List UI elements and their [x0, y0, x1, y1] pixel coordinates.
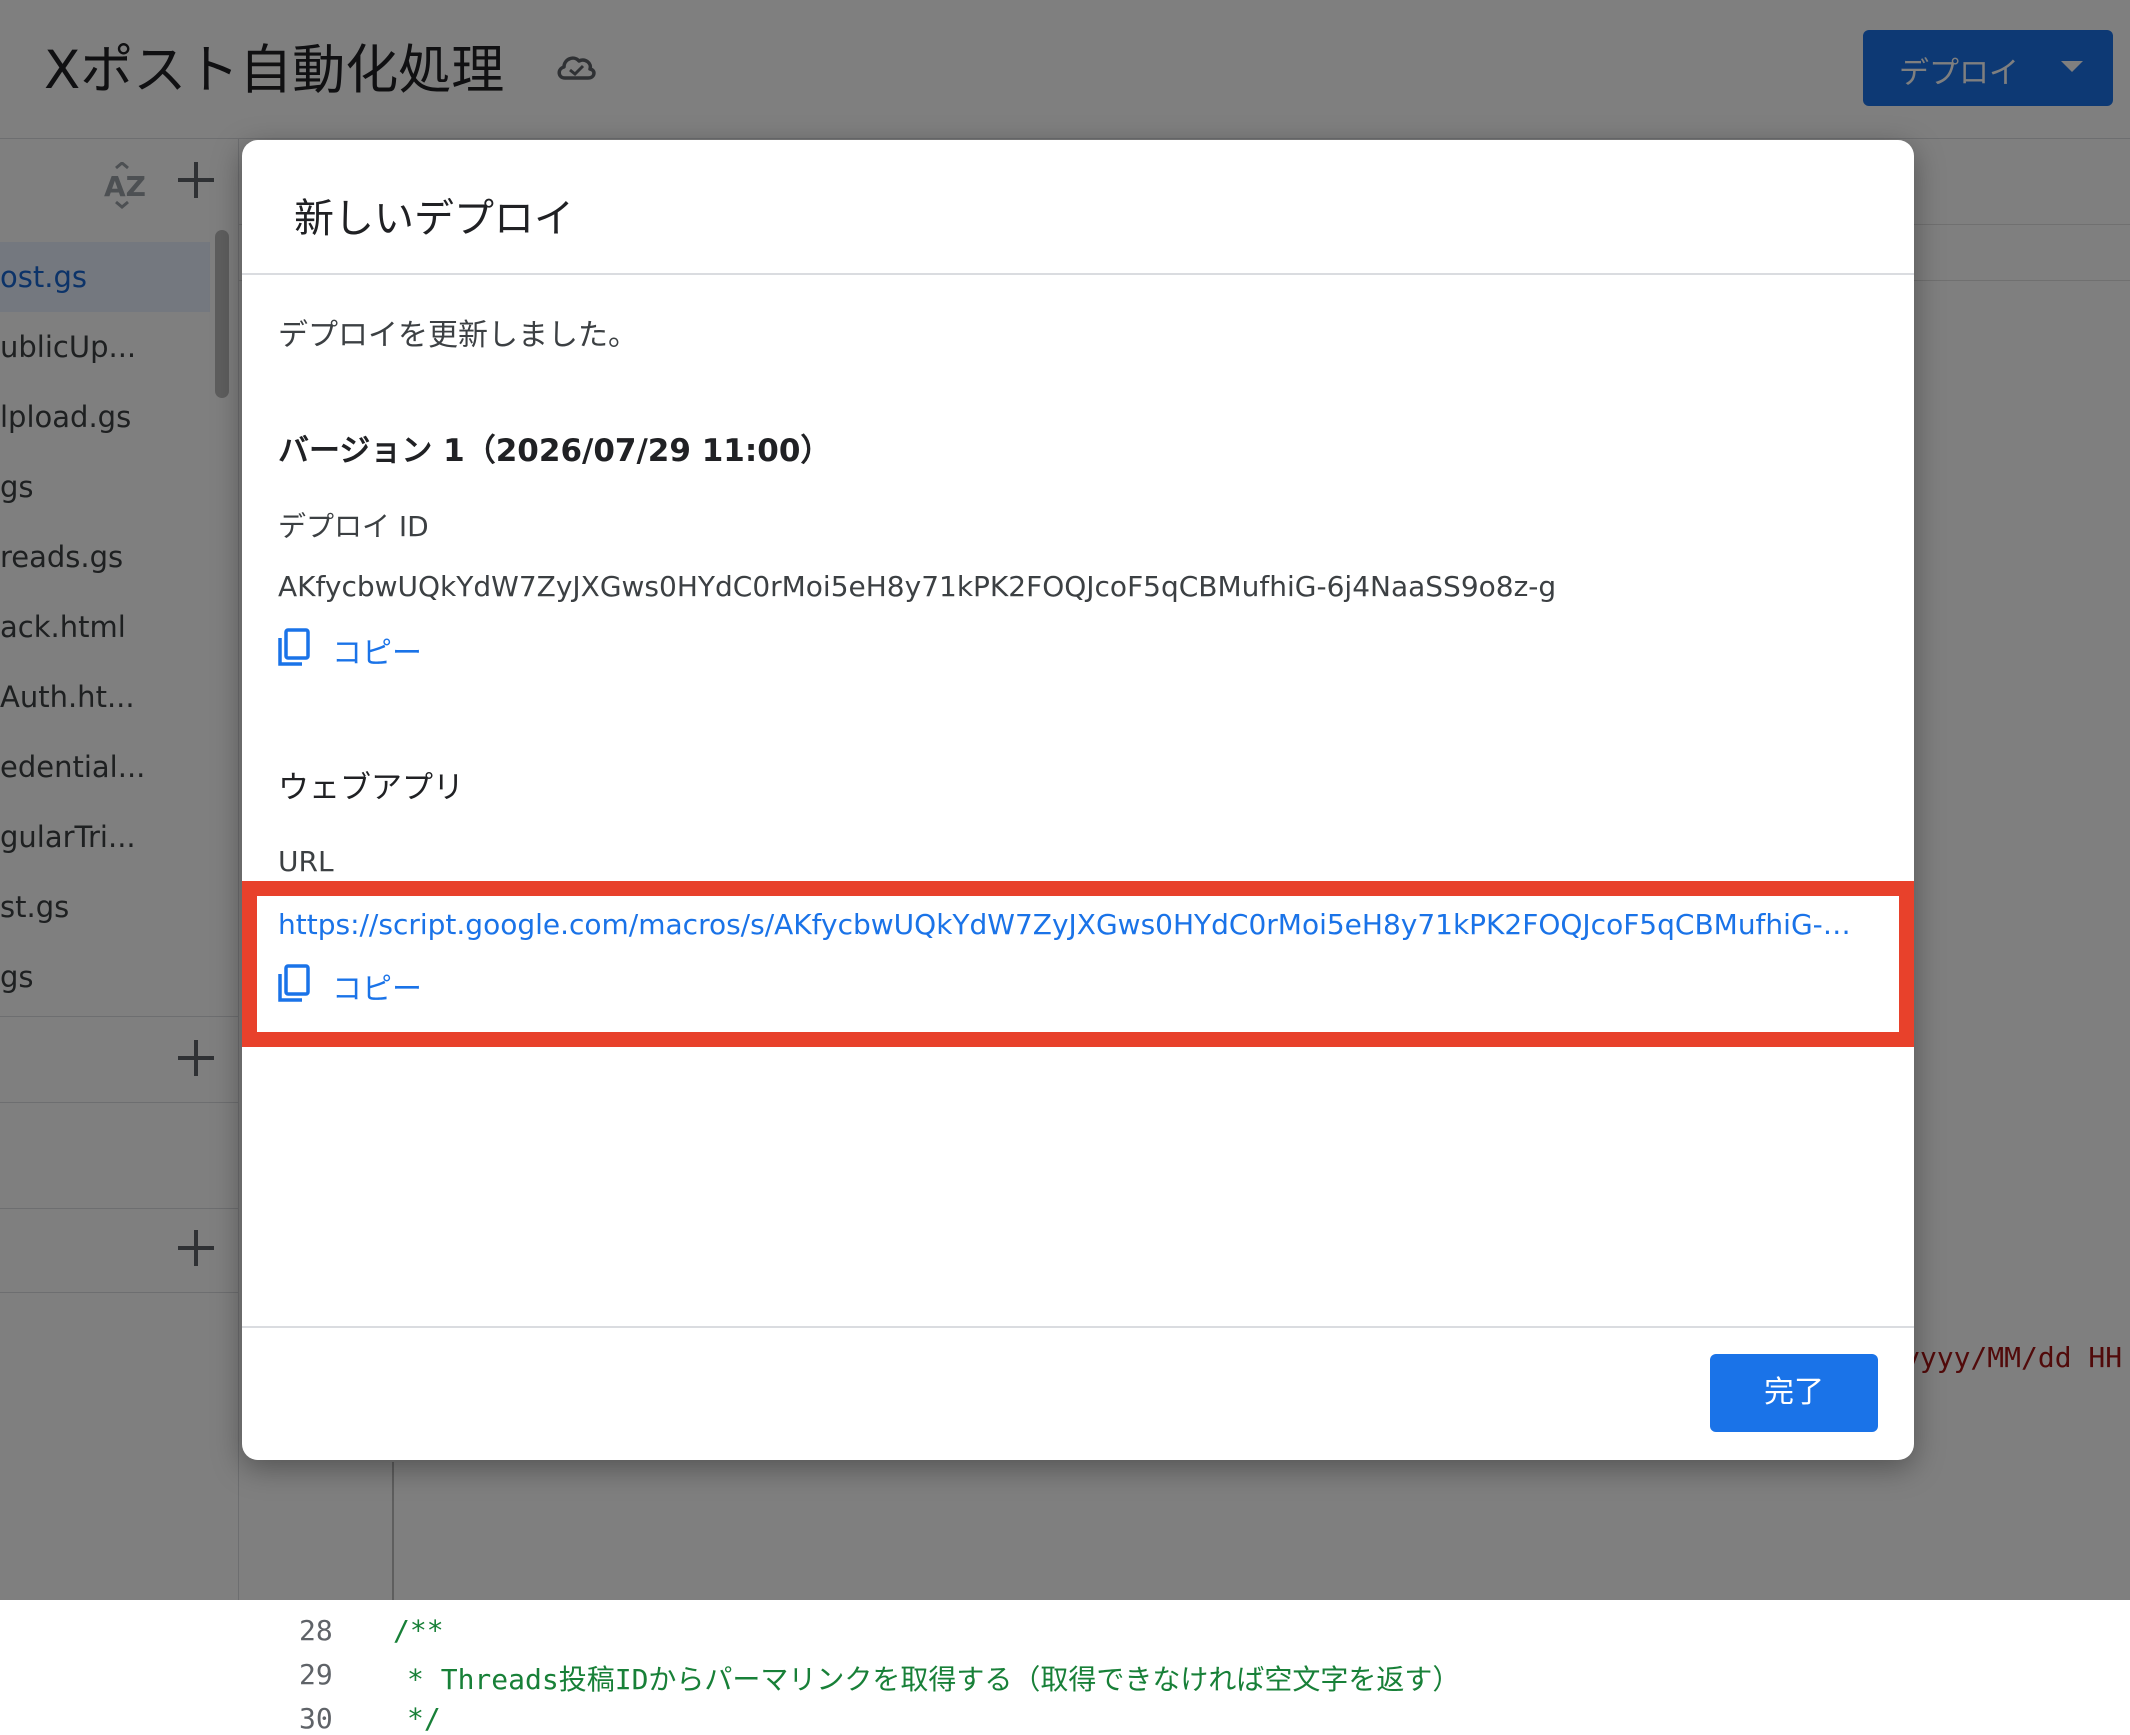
web-app-url-link[interactable]: https://script.google.com/macros/s/AKfyc…	[278, 908, 1868, 941]
web-app-heading: ウェブアプリ	[278, 770, 464, 806]
version-heading: バージョン 1（2026/07/29 11:00）	[278, 433, 832, 469]
copy-label: コピー	[332, 636, 422, 671]
copy-icon	[278, 964, 310, 1002]
line-number: 30	[299, 1702, 333, 1735]
line-number: 29	[299, 1658, 333, 1691]
copy-icon	[278, 628, 310, 666]
status-message: デプロイを更新しました。	[278, 318, 638, 353]
done-button[interactable]: 完了	[1710, 1354, 1878, 1432]
copy-deploy-id-button[interactable]: コピー	[276, 622, 476, 672]
divider	[242, 273, 1914, 275]
highlight-annotation	[242, 881, 1914, 1047]
url-label: URL	[278, 845, 334, 878]
code-line: */	[407, 1702, 441, 1735]
deploy-id-value: AKfycbwUQkYdW7ZyJXGws0HYdC0rMoi5eH8y71kP…	[278, 570, 1557, 603]
new-deployment-dialog: 新しいデプロイ デプロイを更新しました。 バージョン 1（2026/07/29 …	[242, 140, 1914, 1460]
line-number: 28	[299, 1614, 333, 1647]
code-line: * Threads投稿IDからパーマリンクを取得する（取得できなければ空文字を返…	[407, 1663, 1461, 1696]
code-line: /**	[393, 1614, 444, 1647]
copy-url-button[interactable]: コピー	[276, 958, 476, 1008]
divider	[242, 1326, 1914, 1328]
dialog-title: 新しいデプロイ	[294, 196, 574, 242]
copy-label: コピー	[332, 972, 422, 1007]
deploy-id-label: デプロイ ID	[278, 510, 429, 543]
